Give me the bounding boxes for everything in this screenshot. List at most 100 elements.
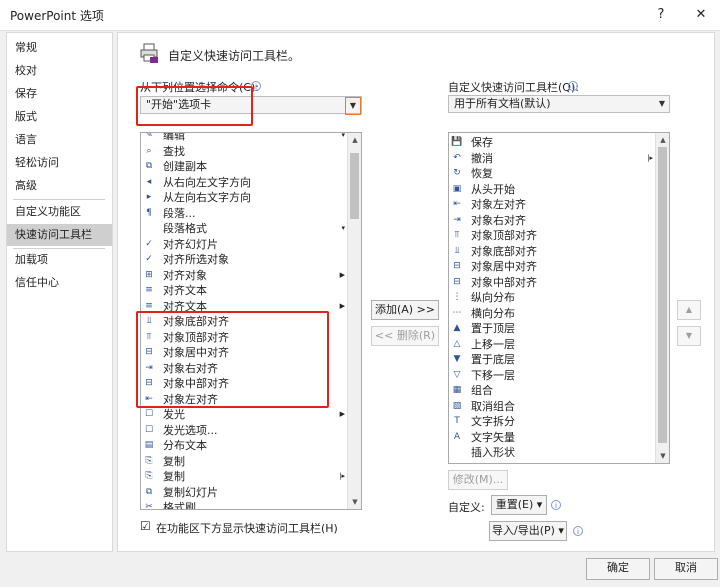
from-start-icon: ▣	[452, 183, 462, 194]
nav-item-quick-access-toolbar[interactable]: 快速访问工具栏	[7, 224, 112, 246]
scrollbar[interactable]: ▲ ▼	[655, 133, 669, 463]
list-item[interactable]: ⇤ 对象左对齐	[449, 197, 653, 213]
list-item[interactable]: ⊟ 对象中部对齐	[449, 275, 653, 291]
list-item[interactable]: ✓ 对齐幻灯片	[141, 237, 345, 253]
list-item[interactable]: ▲ 置于顶层	[449, 321, 653, 337]
scroll-down-icon[interactable]: ▼	[656, 449, 669, 463]
list-item[interactable]: ↻ 恢复	[449, 166, 653, 182]
group-icon: ▦	[452, 385, 462, 395]
list-item[interactable]: ⧉ 创建副本	[141, 159, 345, 175]
nav-item-advanced[interactable]: 高级	[7, 175, 112, 197]
list-item[interactable]: ✎ 编辑 ▾	[141, 132, 345, 144]
scroll-up-icon[interactable]: ▲	[348, 133, 361, 147]
ltr-icon: ▸	[146, 192, 152, 202]
list-item-label: 下移一层	[471, 368, 515, 382]
list-item[interactable]: ▼ 置于底层	[449, 352, 653, 368]
nav-item-language[interactable]: 语言	[7, 129, 112, 151]
nav-item-save[interactable]: 保存	[7, 83, 112, 105]
list-item-label: 复制幻灯片	[163, 485, 218, 499]
add-button[interactable]: 添加(A) >>	[371, 300, 439, 320]
toolbar-commands-list[interactable]: 💾 保存 ↶ 撤消 |▸ ↻ 恢复 ▣ 从头开始 ⇤ 对象左对齐 ⇥ 对象右对齐 ⫪ 对象顶部对齐 ⫫ 对象底部…	[448, 132, 670, 464]
submenu-arrow-icon: ▶	[339, 270, 345, 279]
list-item-label: 对象中部对齐	[471, 275, 537, 289]
list-item[interactable]: ✓ 对齐所选对象	[141, 252, 345, 268]
list-item[interactable]: 插入形状	[449, 445, 653, 461]
list-item[interactable]: ☐ 发光 ▶	[141, 407, 345, 423]
list-item-label: 文字拆分	[471, 415, 515, 428]
reset-dropdown[interactable]: 重置(E) ▾	[491, 495, 547, 515]
bring-front-icon: ▲	[453, 323, 461, 333]
info-icon: i	[568, 81, 578, 91]
list-item[interactable]: ¶ 段落...	[141, 206, 345, 222]
scroll-down-icon[interactable]: ▼	[348, 495, 361, 509]
list-item[interactable]: ↶ 撤消 |▸	[449, 151, 653, 167]
list-item[interactable]: ⎘ 复制 |▸	[141, 469, 345, 485]
list-item[interactable]: ⫫ 对象底部对齐	[449, 244, 653, 260]
nav-item-trust-center[interactable]: 信任中心	[7, 272, 112, 294]
list-item[interactable]: ☐ 发光选项...	[141, 423, 345, 439]
list-item[interactable]: ⊞ 对齐对象 ▶	[141, 268, 345, 284]
list-item[interactable]: ✂ 格式刷	[141, 500, 345, 509]
nav-item-layout[interactable]: 版式	[7, 106, 112, 128]
list-item[interactable]: ⋮ 纵向分布	[449, 290, 653, 306]
nav-item-addins[interactable]: 加载项	[7, 249, 112, 271]
list-item-label: 分布文本	[163, 439, 207, 452]
list-item[interactable]: ▣ 从头开始	[449, 182, 653, 198]
move-down-button[interactable]: ▼	[677, 326, 701, 346]
scroll-thumb[interactable]	[350, 153, 359, 219]
send-back-icon: ▼	[453, 354, 461, 364]
scroll-thumb[interactable]	[658, 147, 667, 443]
list-item[interactable]: A 文字矢量	[449, 430, 653, 446]
list-item[interactable]: ▦ 组合	[449, 383, 653, 399]
align-right-icon: ⇥	[453, 214, 461, 225]
close-button[interactable]: ✕	[688, 4, 714, 26]
toolbar-scope-dropdown[interactable]: 用于所有文档(默认) ▼	[448, 95, 670, 113]
list-item[interactable]: ⋯ 横向分布	[449, 306, 653, 322]
move-up-button[interactable]: ▲	[677, 300, 701, 320]
list-item[interactable]: △ 上移一层	[449, 337, 653, 353]
nav-item-proofing[interactable]: 校对	[7, 60, 112, 82]
scroll-up-icon[interactable]: ▲	[656, 133, 669, 147]
list-item[interactable]: 💾 保存	[449, 135, 653, 151]
show-below-ribbon-checkbox[interactable]: ☑	[140, 519, 151, 533]
info-icon: i	[573, 526, 583, 536]
ok-button[interactable]: 确定	[586, 558, 650, 580]
list-item[interactable]: ⫪ 对象顶部对齐	[449, 228, 653, 244]
import-export-dropdown[interactable]: 导入/导出(P) ▾	[489, 521, 567, 541]
list-item[interactable]: ▧ 取消组合	[449, 399, 653, 415]
submenu-arrow-icon: |▸	[647, 153, 653, 162]
chevron-down-icon[interactable]: ▼	[655, 96, 669, 112]
chevron-down-icon[interactable]: ▼	[345, 97, 361, 115]
list-item-label: 对象顶部对齐	[471, 229, 537, 242]
nav-item-accessibility[interactable]: 轻松访问	[7, 152, 112, 174]
remove-button[interactable]: << 删除(R)	[371, 326, 439, 346]
scrollbar[interactable]: ▲ ▼	[347, 133, 361, 509]
list-item[interactable]: ⇥ 对象右对齐	[449, 213, 653, 229]
find-icon: ⌕	[146, 145, 152, 156]
list-item[interactable]: ◂ 从右向左文字方向	[141, 175, 345, 191]
submenu-arrow-icon: ▾	[341, 132, 345, 139]
list-item[interactable]: ▸ 从左向右文字方向	[141, 190, 345, 206]
list-item[interactable]: ⧉ 复制幻灯片	[141, 485, 345, 501]
modify-button[interactable]: 修改(M)...	[448, 470, 508, 490]
list-item[interactable]: ⊟ 对象居中对齐	[449, 259, 653, 275]
align-center-icon: ⊟	[453, 261, 461, 271]
cancel-button[interactable]: 取消	[654, 558, 718, 580]
list-item-label: 对齐幻灯片	[163, 237, 218, 251]
nav-divider	[13, 199, 105, 200]
nav-item-customize-ribbon[interactable]: 自定义功能区	[7, 201, 112, 223]
list-item[interactable]: ≡ 对齐文本	[141, 283, 345, 299]
list-item[interactable]: 段落格式 ▾	[141, 221, 345, 237]
nav-item-general[interactable]: 常规	[7, 37, 112, 59]
list-item[interactable]: ▽ 下移一层	[449, 368, 653, 384]
redo-icon: ↻	[453, 168, 461, 178]
check-icon: ✓	[145, 238, 153, 249]
distribute-horizontal-icon: ⋯	[452, 307, 462, 318]
list-item[interactable]: T 文字拆分	[449, 414, 653, 430]
list-item[interactable]: ⌕ 查找	[141, 144, 345, 160]
glow-icon: ☐	[144, 409, 154, 419]
list-item[interactable]: ▤ 分布文本	[141, 438, 345, 454]
align-text-icon: ≡	[145, 300, 153, 311]
list-item[interactable]: ⎘ 复制	[141, 454, 345, 470]
help-button[interactable]: ?	[648, 4, 674, 26]
